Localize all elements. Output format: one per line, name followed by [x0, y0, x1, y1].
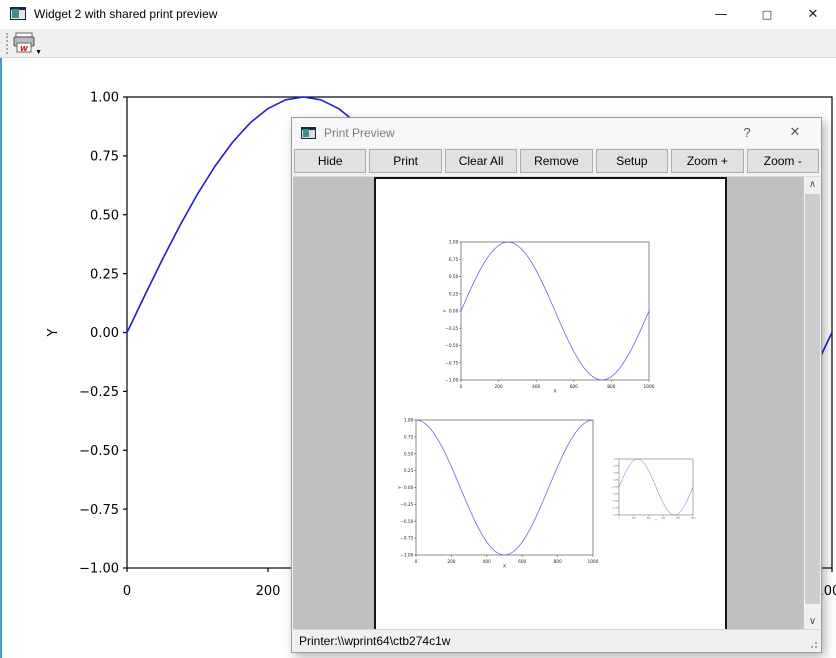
zoom-out-button[interactable]: Zoom - — [747, 149, 819, 173]
svg-text:0.00: 0.00 — [404, 485, 414, 491]
svg-text:0.75: 0.75 — [449, 257, 459, 263]
svg-text:−0.25: −0.25 — [612, 494, 619, 496]
svg-text:−0.50: −0.50 — [445, 343, 458, 349]
svg-text:0.25: 0.25 — [90, 267, 119, 282]
hide-button[interactable]: Hide — [294, 149, 366, 173]
preview-page-charts: 0 200 400 600 800 1000 −1.00 −0.75 −0.50 −0.25 0.0… — [376, 179, 725, 630]
svg-text:−1.00: −1.00 — [612, 515, 619, 517]
dialog-button-row: Hide Print Clear All Remove Setup Zoom +… — [293, 148, 820, 175]
svg-text:400: 400 — [483, 559, 491, 565]
preview-page: 0 200 400 600 800 1000 −1.00 −0.75 −0.50 −0.25 0.0… — [374, 177, 727, 630]
svg-text:600: 600 — [662, 518, 666, 520]
svg-text:0.50: 0.50 — [404, 451, 414, 457]
dialog-statusbar: Printer:\\wprint64\ctb274c1w — [293, 629, 820, 651]
minimize-button[interactable]: — — [698, 0, 744, 29]
svg-text:1.00: 1.00 — [449, 240, 459, 246]
svg-text:Y: Y — [443, 309, 449, 313]
svg-text:200: 200 — [494, 384, 502, 390]
dialog-icon — [301, 127, 316, 139]
help-button[interactable]: ? — [735, 125, 759, 140]
vertical-scrollbar[interactable]: ∧ ∨ — [803, 177, 820, 630]
scroll-down-icon[interactable]: ∨ — [804, 614, 820, 630]
svg-text:400: 400 — [532, 384, 540, 390]
svg-text:200: 200 — [256, 584, 281, 599]
remove-button[interactable]: Remove — [520, 149, 592, 173]
svg-text:1.00: 1.00 — [614, 459, 619, 461]
svg-text:−0.50: −0.50 — [612, 501, 619, 503]
dialog-title: Print Preview — [324, 126, 395, 140]
svg-text:800: 800 — [553, 559, 561, 565]
svg-text:200: 200 — [447, 559, 455, 565]
close-button[interactable]: ✕ — [790, 0, 836, 29]
zoom-in-button[interactable]: Zoom + — [671, 149, 743, 173]
resize-grip[interactable] — [808, 639, 818, 649]
scroll-up-icon[interactable]: ∧ — [804, 177, 820, 194]
print-button[interactable]: Print — [369, 149, 441, 173]
svg-text:X: X — [503, 564, 506, 570]
svg-text:1000: 1000 — [588, 559, 599, 565]
svg-text:0.00: 0.00 — [449, 309, 459, 315]
svg-text:0: 0 — [415, 559, 418, 565]
svg-text:0.25: 0.25 — [614, 480, 619, 482]
print-preview-tool-button[interactable]: w ▼ — [12, 31, 44, 56]
svg-text:−1.00: −1.00 — [400, 553, 413, 559]
printer-status-text: Printer:\\wprint64\ctb274c1w — [299, 634, 450, 648]
svg-text:−0.25: −0.25 — [79, 385, 119, 400]
svg-text:X: X — [554, 389, 557, 395]
svg-text:600: 600 — [518, 559, 526, 565]
svg-text:w: w — [20, 44, 29, 54]
svg-text:−0.50: −0.50 — [400, 519, 413, 525]
svg-text:0.00: 0.00 — [90, 326, 119, 341]
svg-text:−0.25: −0.25 — [445, 326, 458, 332]
svg-text:0.75: 0.75 — [404, 434, 414, 440]
svg-text:−0.75: −0.75 — [445, 360, 458, 366]
toolbar: w ▼ — [0, 29, 836, 58]
svg-text:1000: 1000 — [691, 518, 697, 520]
svg-text:−1.00: −1.00 — [79, 562, 119, 577]
scroll-thumb[interactable] — [805, 194, 820, 604]
svg-text:−0.25: −0.25 — [400, 502, 413, 508]
toolbar-drag-handle[interactable] — [6, 33, 8, 54]
dialog-titlebar[interactable]: Print Preview ? ✕ — [292, 118, 821, 148]
clear-all-button[interactable]: Clear All — [445, 149, 517, 173]
titlebar[interactable]: Widget 2 with shared print preview — □ ✕ — [0, 0, 836, 29]
svg-text:Y: Y — [398, 486, 404, 490]
dialog-close-button[interactable]: ✕ — [783, 125, 807, 140]
print-preview-dialog: Print Preview ? ✕ Hide Print Clear All R… — [291, 117, 822, 653]
svg-text:1.00: 1.00 — [90, 91, 119, 106]
preview-viewport: 0 200 400 600 800 1000 −1.00 −0.75 −0.50 −0.25 0.0… — [293, 176, 820, 630]
svg-text:200: 200 — [632, 518, 636, 520]
svg-text:0.00: 0.00 — [614, 487, 619, 489]
svg-text:0.25: 0.25 — [449, 291, 459, 297]
svg-text:0.75: 0.75 — [614, 466, 619, 468]
window-title: Widget 2 with shared print preview — [34, 7, 217, 21]
svg-text:0: 0 — [618, 518, 620, 520]
svg-text:1000: 1000 — [644, 384, 655, 390]
svg-text:0.50: 0.50 — [449, 274, 459, 280]
svg-text:600: 600 — [570, 384, 578, 390]
svg-text:Y: Y — [46, 328, 61, 337]
svg-text:−0.50: −0.50 — [79, 444, 119, 459]
setup-button[interactable]: Setup — [596, 149, 668, 173]
svg-text:−0.75: −0.75 — [79, 503, 119, 518]
window-accent-border — [0, 58, 2, 658]
svg-text:−0.75: −0.75 — [612, 508, 619, 510]
main-window: Widget 2 with shared print preview — □ ✕… — [0, 0, 836, 658]
svg-text:0.25: 0.25 — [404, 468, 414, 474]
app-icon — [10, 7, 26, 20]
svg-text:X: X — [655, 520, 657, 522]
svg-text:0: 0 — [460, 384, 463, 390]
svg-text:−0.75: −0.75 — [400, 536, 413, 542]
svg-text:0.75: 0.75 — [90, 150, 119, 165]
svg-text:800: 800 — [676, 518, 680, 520]
svg-text:0.50: 0.50 — [90, 208, 119, 223]
svg-text:800: 800 — [607, 384, 615, 390]
caret-down-icon: ▼ — [35, 49, 42, 56]
svg-text:400: 400 — [647, 518, 651, 520]
svg-text:0.50: 0.50 — [614, 473, 619, 475]
svg-text:−1.00: −1.00 — [445, 378, 458, 384]
maximize-button[interactable]: □ — [744, 0, 790, 29]
svg-text:0: 0 — [123, 584, 131, 599]
svg-text:1.00: 1.00 — [404, 418, 414, 424]
